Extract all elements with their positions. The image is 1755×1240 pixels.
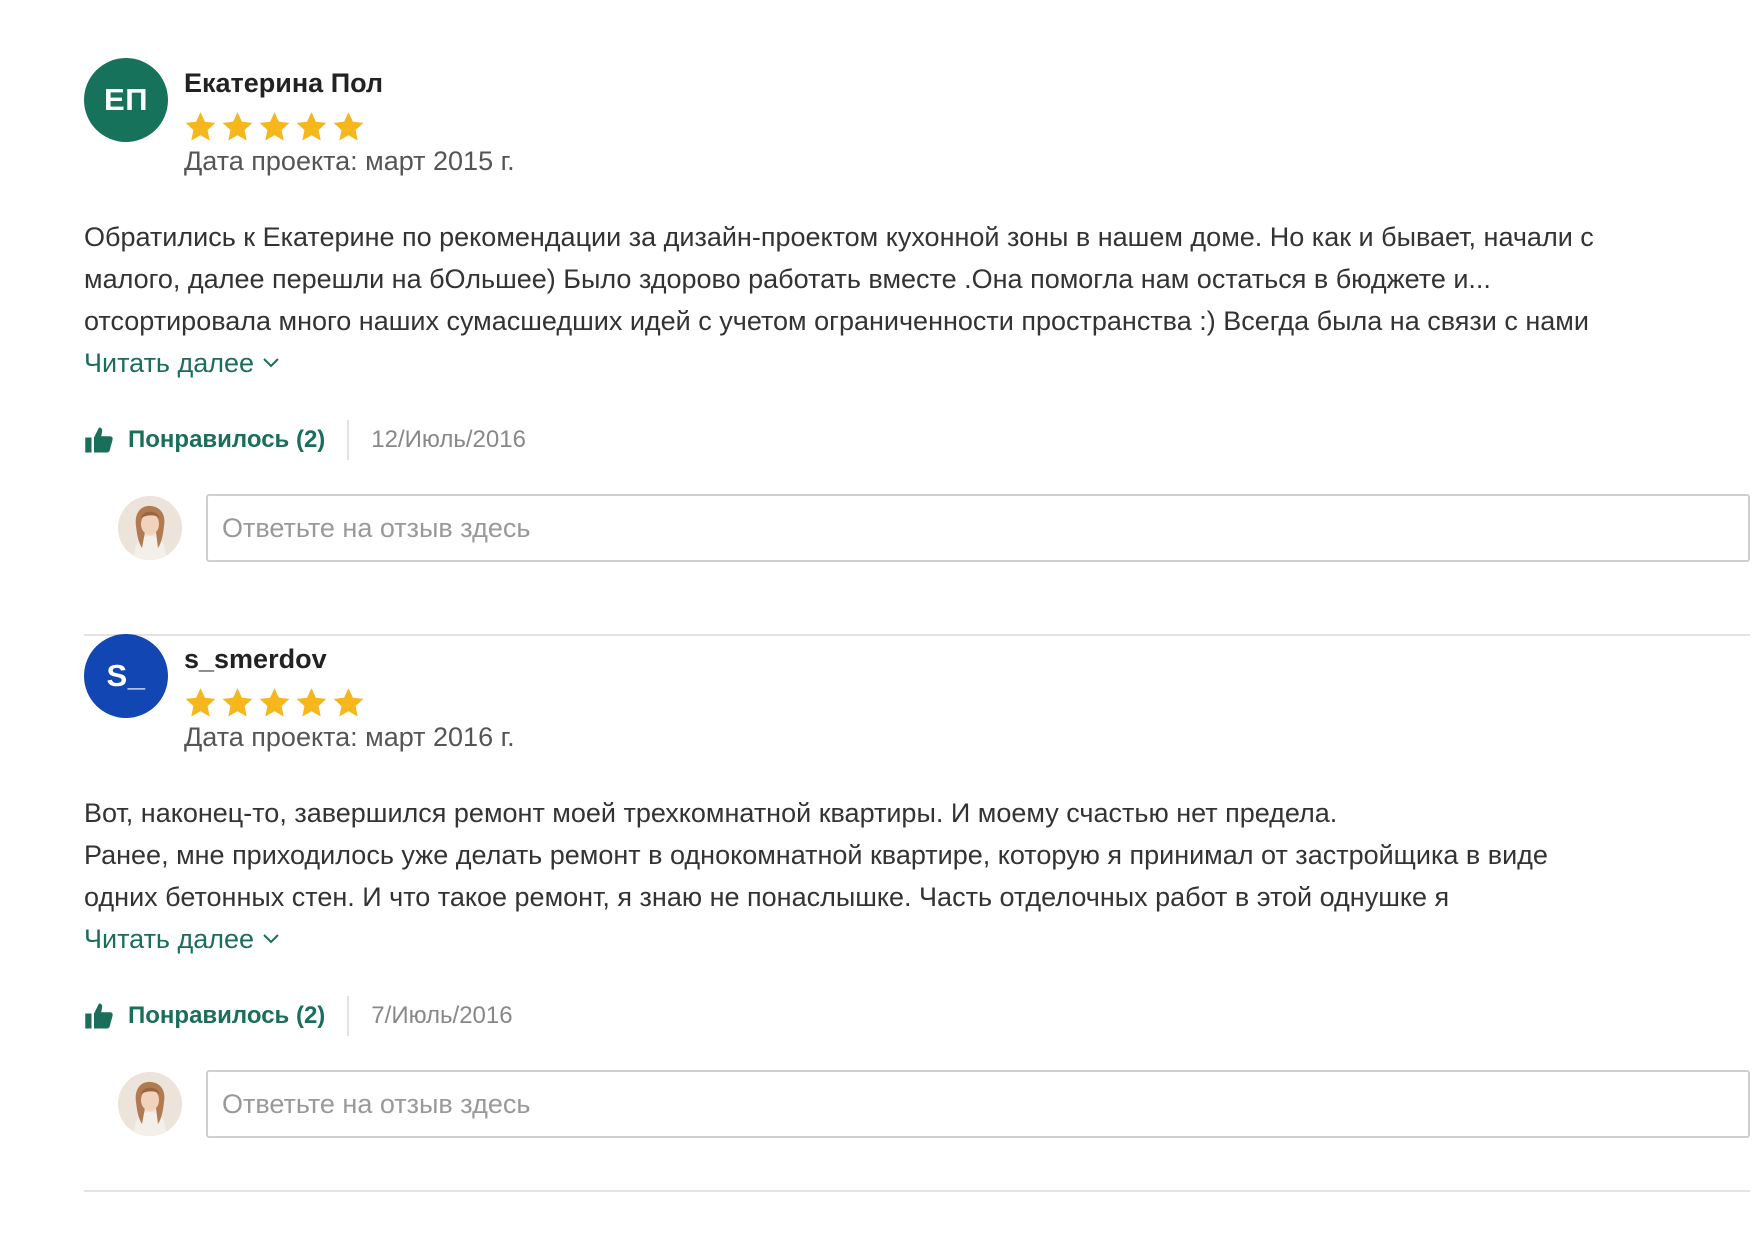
thumbs-up-icon bbox=[85, 1003, 113, 1029]
thumbs-up-icon bbox=[85, 427, 113, 453]
review-actions: Понравилось (2) 7/Июль/2016 bbox=[84, 990, 1750, 1042]
chevron-down-icon bbox=[263, 358, 279, 368]
star-icon bbox=[257, 110, 292, 144]
reply-input[interactable] bbox=[206, 494, 1750, 562]
review-date: 12/Июль/2016 bbox=[371, 426, 526, 453]
author-name[interactable]: s_smerdov bbox=[184, 644, 327, 675]
read-more-label: Читать далее bbox=[84, 924, 255, 954]
like-label: Понравилось (2) bbox=[128, 426, 326, 453]
like-label: Понравилось (2) bbox=[128, 1002, 326, 1029]
chevron-down-icon bbox=[263, 934, 279, 944]
star-icon bbox=[294, 686, 329, 720]
vertical-divider bbox=[347, 420, 350, 460]
star-icon bbox=[257, 686, 292, 720]
review-text-line: Ранее, мне приходилось уже делать ремонт… bbox=[84, 840, 1548, 870]
review-text: Вот, наконец-то, завершился ремонт моей … bbox=[84, 792, 1750, 918]
star-icon bbox=[183, 110, 218, 144]
review-text-line: малого, далее перешли на бОльшее) Было з… bbox=[84, 264, 1491, 294]
current-user-avatar bbox=[118, 1072, 182, 1136]
review-actions: Понравилось (2) 12/Июль/2016 bbox=[84, 414, 1750, 466]
review-text-line: отсортировала много наших сумасшедших ид… bbox=[84, 306, 1589, 336]
like-button[interactable]: Понравилось (2) bbox=[84, 990, 325, 1042]
rating-stars bbox=[183, 110, 366, 144]
review-card: S_ s_smerdov Дата проекта: март 2016 г. … bbox=[84, 632, 1750, 1192]
review-date: 7/Июль/2016 bbox=[371, 1002, 513, 1029]
project-date: Дата проекта: март 2015 г. bbox=[184, 146, 515, 176]
reply-row bbox=[84, 1070, 1750, 1138]
vertical-divider bbox=[347, 996, 350, 1036]
review-text-line: одних бетонных стен. И что такое ремонт,… bbox=[84, 882, 1450, 912]
read-more-link[interactable]: Читать далее bbox=[84, 918, 280, 960]
review-card: ЕП Екатерина Пол Дата проекта: март 2015… bbox=[84, 56, 1750, 636]
user-photo-icon bbox=[118, 496, 182, 560]
review-header: S_ s_smerdov Дата проекта: март 2016 г. bbox=[84, 632, 1750, 792]
user-photo-icon bbox=[118, 1072, 182, 1136]
reviews-list-second: S_ s_smerdov Дата проекта: март 2016 г. … bbox=[84, 632, 1750, 1192]
star-icon bbox=[183, 686, 218, 720]
author-name[interactable]: Екатерина Пол bbox=[184, 68, 383, 99]
star-icon bbox=[220, 686, 255, 720]
like-button[interactable]: Понравилось (2) bbox=[84, 414, 325, 466]
current-user-avatar bbox=[118, 496, 182, 560]
reply-row bbox=[84, 494, 1750, 562]
review-text: Обратились к Екатерине по рекомендации з… bbox=[84, 216, 1750, 342]
review-header: ЕП Екатерина Пол Дата проекта: март 2015… bbox=[84, 56, 1750, 216]
rating-stars bbox=[183, 686, 366, 720]
reply-input[interactable] bbox=[206, 1070, 1750, 1138]
review-text-line: Вот, наконец-то, завершился ремонт моей … bbox=[84, 798, 1338, 828]
author-avatar[interactable]: ЕП bbox=[84, 58, 168, 142]
review-text-line: Обратились к Екатерине по рекомендации з… bbox=[84, 222, 1594, 252]
read-more-link[interactable]: Читать далее bbox=[84, 342, 280, 384]
star-icon bbox=[331, 686, 366, 720]
reviews-list: ЕП Екатерина Пол Дата проекта: март 2015… bbox=[84, 56, 1750, 636]
star-icon bbox=[294, 110, 329, 144]
project-date: Дата проекта: март 2016 г. bbox=[184, 722, 515, 752]
read-more-label: Читать далее bbox=[84, 348, 255, 378]
star-icon bbox=[331, 110, 366, 144]
author-avatar[interactable]: S_ bbox=[84, 634, 168, 718]
star-icon bbox=[220, 110, 255, 144]
